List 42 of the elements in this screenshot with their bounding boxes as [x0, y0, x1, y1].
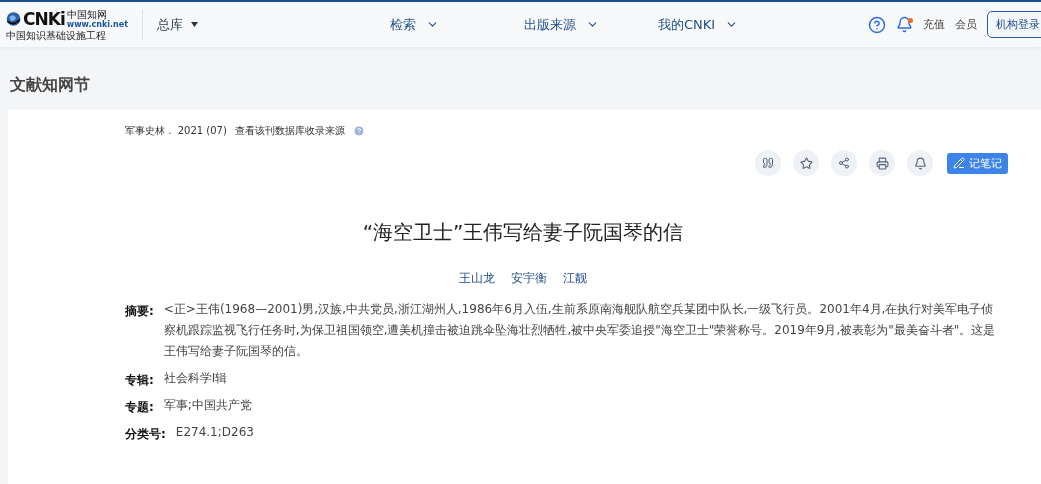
logo-mark: CNKi [23, 10, 65, 28]
star-icon [799, 156, 813, 170]
field-value: 军事;中国共产党 [163, 397, 253, 414]
field-value: <正>王伟(1968—2001)男,汉族,中共党员,浙江湖州人,1986年6月入伍,生前系原南海舰队航空兵某团中队长,一级飞行员。2001年4月,在执行对美军电子侦察机跟踪监视飞行任务时,为保卫祖国领空,遭美机撞击被迫跳伞坠海壮烈牺牲,被中央军委追授"海空卫士"荣誉称号。2019年9月,被表彰为"最美奋斗者"。这是王伟写给妻子阮国琴的信。 [163, 301, 997, 360]
star-button[interactable] [793, 150, 819, 176]
article-title: “海空卫士”王伟写给妻子阮国琴的信 [361, 219, 685, 246]
help-icon [352, 125, 365, 137]
bell-button[interactable] [907, 150, 933, 176]
print-button[interactable] [869, 150, 895, 176]
author-link[interactable]: 安宇衡 [511, 270, 547, 287]
field-label: 分类号: [125, 426, 166, 443]
pencil-icon [953, 157, 965, 169]
field-label: 专题: [125, 399, 154, 416]
quote-button[interactable] [755, 150, 781, 176]
bell-icon [913, 156, 927, 170]
author-link[interactable]: 王山龙 [459, 270, 495, 287]
print-icon [875, 156, 889, 170]
nav-menu[interactable]: 检索 [390, 15, 524, 34]
notification-button[interactable] [896, 16, 913, 33]
logo-slogan: 中国知识基础设施工程 [6, 30, 107, 41]
note-button[interactable]: 记笔记 [947, 152, 1008, 174]
share-button[interactable] [831, 150, 857, 176]
nav-menu[interactable]: 出版来源 [524, 15, 658, 34]
field-label: 专辑: [125, 372, 154, 389]
top-link[interactable]: 会员 [955, 17, 977, 32]
source-link[interactable]: 查看该刊数据库收录来源 [234, 124, 345, 138]
quote-icon [762, 157, 774, 169]
nav-menu[interactable]: 我的CNKI [658, 15, 792, 34]
logo-name: 中国知网 [66, 9, 107, 20]
logo-url: www.cnki.net [66, 20, 128, 29]
caret-icon [191, 22, 198, 27]
login-button[interactable]: 机构登录 [987, 11, 1041, 38]
field-value: E274.1;D263 [175, 424, 255, 441]
author-link[interactable]: 江靓 [563, 270, 587, 287]
top-link[interactable]: 充值 [923, 17, 945, 32]
field-label: 摘要: [125, 303, 154, 320]
help-button[interactable] [868, 15, 886, 34]
journal-source[interactable]: 军事史林 . 2021 (07) [125, 124, 227, 138]
field-value: 社会科学Ⅰ辑 [163, 370, 229, 387]
share-icon [838, 157, 850, 169]
library-dropdown[interactable]: 总库 [157, 15, 198, 34]
section-title: 文献知网节 [9, 74, 91, 96]
